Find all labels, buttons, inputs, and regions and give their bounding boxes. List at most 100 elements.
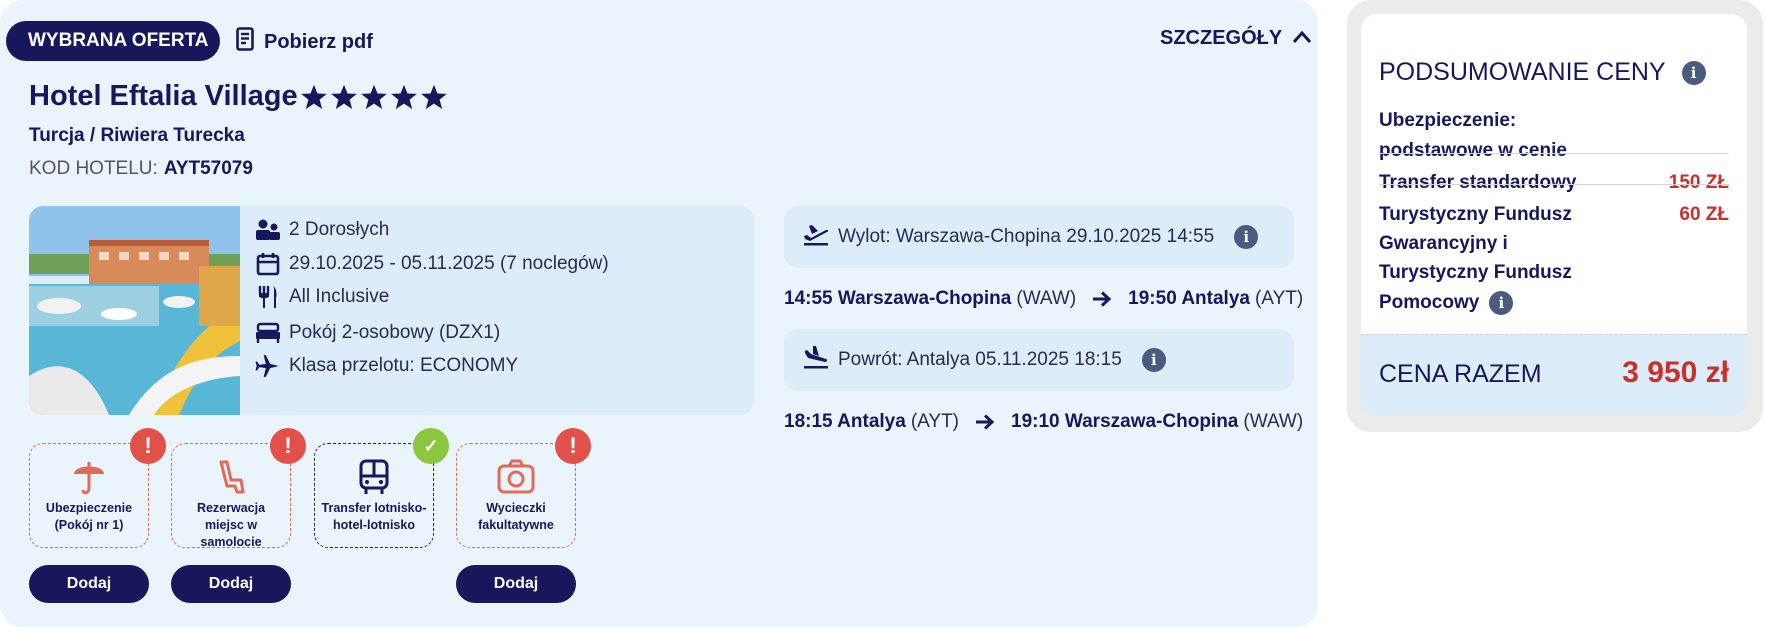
flight-class-text: Klasa przelotu: ECONOMY [289,355,519,376]
insurance-summary-row: Ubezpieczenie: podstawowe w cenie [1379,110,1729,162]
guests-text: 2 Dorosłych [289,219,390,240]
bed-icon [255,320,281,346]
extra-excursions[interactable]: Wycieczki fakultatywne [456,443,576,548]
price-summary-card: PODSUMOWANIE CENY i Ubezpieczenie: podst… [1347,0,1763,432]
return-route: 18:15 Antalya (AYT) 19:10 Warszawa-Chopi… [784,411,1303,433]
hotel-code-label: KOD HOTELU: [29,158,158,179]
camera-icon [457,458,575,498]
fund-summary-line2: Gwarancyjny i [1379,233,1508,254]
details-toggle-label: SZCZEGÓŁY [1160,27,1283,49]
transfer-summary-price: 150 ZŁ [1668,172,1729,193]
extra-transfer-label: Transfer lotnisko-hotel-lotnisko [321,501,427,532]
divider [1379,153,1729,154]
hotel-star-rating [300,83,448,111]
star-icon [330,84,357,109]
alert-icon: ! [270,428,306,464]
chevron-up-icon [1292,27,1312,50]
outbound-arrival: 19:50 Antalya [1128,288,1250,309]
extra-insurance-label: Ubezpieczenie (Pokój nr 1) [45,501,133,532]
divider [1379,184,1729,185]
board-text: All Inclusive [289,286,390,307]
landing-icon [802,345,830,375]
offer-card: WYBRANA OFERTA Pobierz pdf SZCZEGÓŁY Hot… [0,0,1318,627]
info-icon[interactable]: i [1234,225,1259,249]
info-icon[interactable]: i [1681,60,1706,85]
transfer-summary-label: Transfer standardowy [1379,172,1577,193]
fund-summary-line3: Turystyczny Fundusz [1379,262,1572,283]
outbound-route: 14:55 Warszawa-Chopina (WAW) 19:50 Antal… [784,288,1303,310]
calendar-icon [255,251,281,277]
umbrella-icon [30,458,148,498]
checkmark-icon: ✓ [413,428,449,464]
total-price-value: 3 950 zł [1622,356,1729,389]
transfer-summary-row: Transfer standardowy 150 ZŁ [1379,172,1729,194]
hotel-code-value: AYT57079 [163,158,253,179]
outbound-departure: 14:55 Warszawa-Chopina [784,288,1012,309]
download-pdf-link[interactable]: Pobierz pdf [236,27,373,57]
info-icon[interactable]: i [1141,348,1166,372]
add-insurance-button[interactable]: Dodaj [29,565,149,603]
fund-summary-line4: Pomocowy [1379,292,1480,313]
return-departure-code: (AYT) [910,411,960,432]
add-excursions-button[interactable]: Dodaj [456,565,576,603]
room-row: Pokój 2-osobowy (DZX1) [255,320,500,346]
outbound-header-text: Wylot: Warszawa-Chopina 29.10.2025 14:55 [838,226,1215,247]
bus-icon [315,458,433,498]
arrow-right-icon [975,414,995,430]
alert-icon: ! [555,428,591,464]
outbound-flight-header: Wylot: Warszawa-Chopina 29.10.2025 14:55… [784,206,1294,268]
total-price-row: CENA RAZEM 3 950 zł [1361,334,1747,416]
return-arrival-code: (WAW) [1243,411,1304,432]
extra-insurance[interactable]: Ubezpieczenie (Pokój nr 1) [29,443,149,548]
board-row: All Inclusive [255,284,389,310]
extra-seat-label: Rezerwacja miejsc w samolocie [196,501,266,549]
seat-icon [172,458,290,498]
fund-summary-line1: Turystyczny Fundusz [1379,204,1572,225]
outbound-departure-code: (WAW) [1016,288,1077,309]
alert-icon: ! [130,428,166,464]
fund-summary-price: 60 ZŁ [1679,204,1729,225]
info-icon[interactable]: i [1489,291,1514,315]
hotel-region: Turcja / Riwiera Turecka [29,125,245,146]
arrow-right-icon [1092,291,1112,307]
total-price-label: CENA RAZEM [1379,360,1542,388]
divider [1361,334,1747,335]
selected-offer-badge: WYBRANA OFERTA [6,21,220,61]
star-icon [360,84,387,109]
plane-icon [255,353,281,379]
details-toggle[interactable]: SZCZEGÓŁY [1160,27,1312,50]
insurance-summary-line1: Ubezpieczenie: [1379,110,1517,131]
cutlery-icon [255,284,281,310]
guests-row: 2 Dorosłych [255,217,389,243]
stay-details-box: 2 Dorosłych 29.10.2025 - 05.11.2025 (7 n… [29,206,754,415]
add-seat-button[interactable]: Dodaj [171,565,291,603]
flight-class-row: Klasa przelotu: ECONOMY [255,353,518,379]
return-header-text: Powrót: Antalya 05.11.2025 18:15 [838,349,1122,370]
price-summary-title: PODSUMOWANIE CENY i [1379,58,1706,87]
hotel-code: KOD HOTELU: AYT57079 [29,158,253,180]
return-flight-header: Powrót: Antalya 05.11.2025 18:15 i [784,329,1294,391]
fund-summary-line4-wrap: Pomocowy i [1379,291,1729,315]
hotel-photo[interactable] [29,206,240,415]
return-arrival: 19:10 Warszawa-Chopina [1011,411,1239,432]
insurance-summary-line2: podstawowe w cenie [1379,140,1567,161]
dates-text: 29.10.2025 - 05.11.2025 (7 noclegów) [289,253,609,274]
star-icon [420,84,447,109]
extra-excursions-label: Wycieczki fakultatywne [478,501,554,532]
document-icon [236,27,254,57]
extra-transfer[interactable]: Transfer lotnisko-hotel-lotnisko [314,443,434,548]
download-pdf-label: Pobierz pdf [264,30,373,53]
return-departure: 18:15 Antalya [784,411,906,432]
guests-icon [255,217,281,243]
hotel-name: Hotel Eftalia Village [29,80,298,112]
takeoff-icon [802,222,830,252]
fund-summary-row: Turystyczny Fundusz Gwarancyjny i Turyst… [1379,204,1729,315]
price-summary-heading: PODSUMOWANIE CENY [1379,58,1666,86]
star-icon [390,84,417,109]
room-text: Pokój 2-osobowy (DZX1) [289,322,501,343]
extra-seat-reservation[interactable]: Rezerwacja miejsc w samolocie [171,443,291,549]
star-icon [300,84,327,109]
hotel-title: Hotel Eftalia Village [29,80,448,113]
outbound-arrival-code: (AYT) [1254,288,1304,309]
dates-row: 29.10.2025 - 05.11.2025 (7 noclegów) [255,251,609,277]
